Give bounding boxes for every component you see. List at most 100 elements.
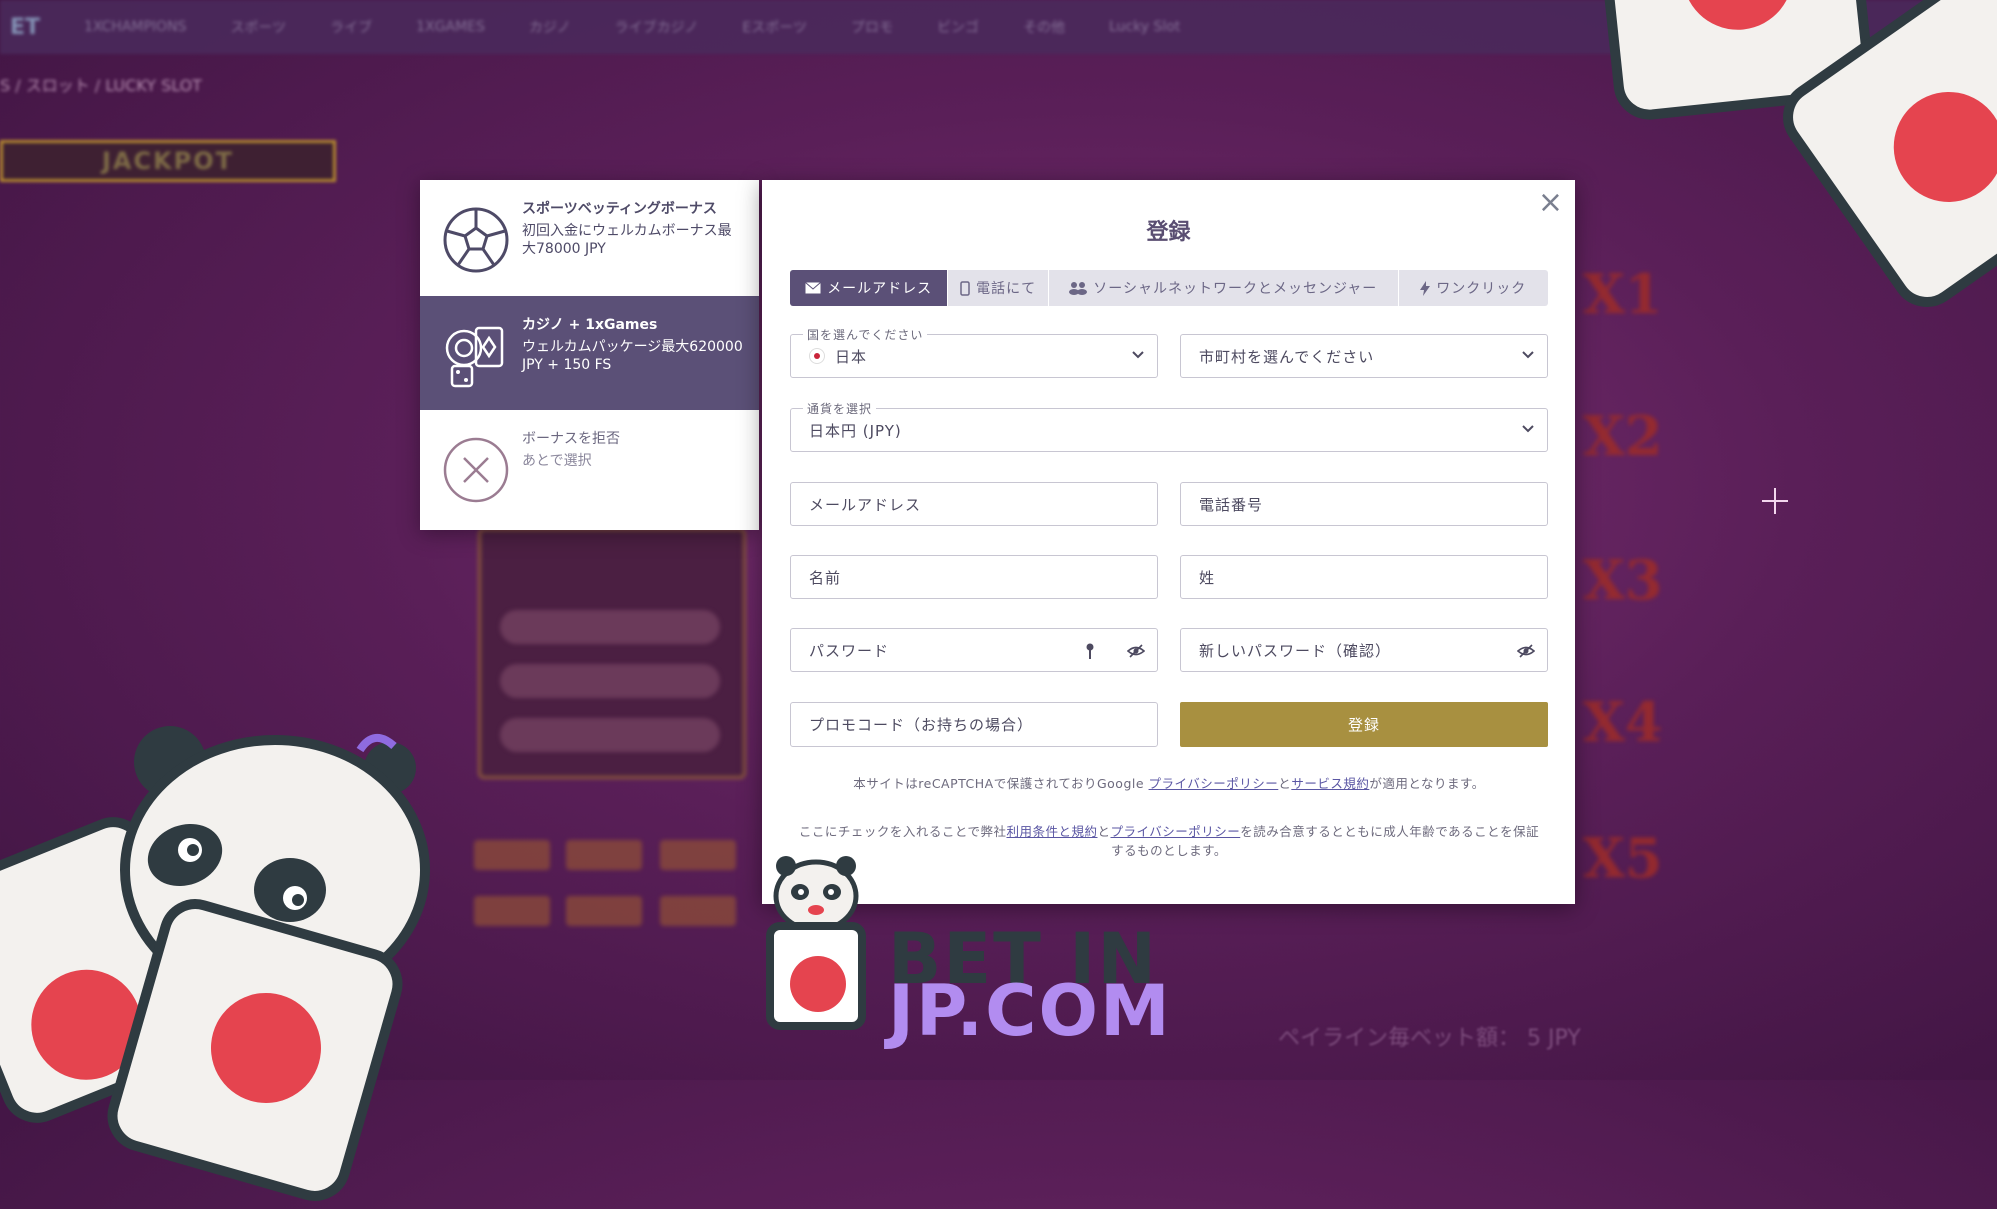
bet-button[interactable] [660, 840, 736, 870]
nav-item[interactable]: カジノ [529, 17, 571, 37]
notice-text: と [1097, 824, 1111, 839]
tab-label: 電話にて [976, 281, 1037, 297]
bet-button[interactable] [474, 896, 550, 926]
chevron-down-icon [1522, 425, 1534, 433]
breadcrumb: S / スロット / LUCKY SLOT [0, 76, 202, 95]
password-placeholder: パスワード [809, 641, 890, 660]
city-select[interactable]: 市町村を選んでください [1180, 334, 1548, 378]
eye-hidden-icon[interactable] [1517, 642, 1535, 660]
privacy-policy-link[interactable]: プライバシーポリシー [1149, 776, 1279, 791]
envelope-icon [805, 282, 822, 294]
promo-code-field[interactable]: プロモコード（お持ちの場合） [790, 702, 1158, 747]
recaptcha-notice: 本サイトはreCAPTCHAで保護されておりGoogle プライバシーポリシーと… [790, 774, 1548, 793]
password-confirm-field[interactable]: 新しいパスワード（確認） [1180, 628, 1548, 672]
tab-email[interactable]: メールアドレス [790, 270, 949, 306]
panda-logo-icon [773, 856, 859, 932]
phone-placeholder: 電話番号 [1199, 495, 1264, 514]
nav-item[interactable]: ライブカジノ [615, 17, 699, 37]
paytable-row [500, 610, 720, 644]
watermark-text: JP.COM [888, 970, 1172, 1052]
notice-text: 本サイトはreCAPTCHAで保護されておりGoogle [853, 776, 1149, 791]
promo-placeholder: プロモコード（お持ちの場合） [809, 716, 1034, 734]
bonus-title: スポーツベッティングボーナス [522, 201, 717, 217]
nav-item[interactable]: ビンゴ [937, 17, 979, 37]
nav-item[interactable]: スポーツ [230, 17, 286, 37]
email-placeholder: メールアドレス [809, 495, 922, 514]
bonus-title: カジノ + 1xGames [522, 317, 658, 333]
multiplier-label: X3 [1583, 548, 1663, 612]
tab-one-click[interactable]: ワンクリック [1399, 270, 1548, 306]
field-label: 国を選んでください [803, 326, 928, 343]
register-button[interactable]: 登録 [1180, 702, 1548, 747]
watermark-card-icon [766, 922, 866, 1030]
last-name-field[interactable]: 姓 [1180, 555, 1548, 599]
tab-label: ソーシャルネットワークとメッセンジャー [1093, 281, 1378, 297]
password-confirm-placeholder: 新しいパスワード（確認） [1199, 641, 1392, 660]
multiplier-label: X1 [1583, 262, 1663, 326]
soccer-ball-icon [443, 207, 509, 273]
phone-icon [960, 280, 970, 296]
notice-text: ここにチェックを入れることで弊社 [798, 824, 1007, 839]
people-icon [1069, 282, 1088, 295]
multiplier-label: X4 [1583, 690, 1663, 754]
paytable-row [500, 718, 720, 752]
bonus-option-casino[interactable]: カジノ + 1xGames ウェルカムパッケージ最大620000 JPY + 1… [420, 296, 759, 410]
sparkle-icon [1762, 488, 1788, 514]
nav-item[interactable]: 1XGAMES [416, 19, 485, 35]
consent-notice: ここにチェックを入れることで弊社利用条件と規約とプライバシーポリシーを読み合意す… [790, 822, 1548, 860]
multiplier-label: X2 [1583, 404, 1663, 468]
key-icon[interactable] [1081, 642, 1099, 660]
tab-label: ワンクリック [1436, 281, 1527, 297]
phone-field[interactable]: 電話番号 [1180, 482, 1548, 526]
country-select[interactable]: 国を選んでください 日本 [790, 326, 1158, 378]
registration-tabs: メールアドレス 電話にて ソーシャルネットワークとメッセンジャー ワンクリック [790, 270, 1548, 306]
nav-item[interactable]: プロモ [851, 17, 893, 37]
last-name-placeholder: 姓 [1199, 568, 1216, 587]
notice-text: が適用となります。 [1369, 776, 1485, 791]
chevron-down-icon [1132, 351, 1144, 359]
multiplier-label: X5 [1583, 826, 1663, 890]
notice-text: と [1278, 776, 1292, 791]
bet-button[interactable] [566, 840, 642, 870]
chevron-down-icon [1522, 351, 1534, 359]
brand-logo: ET [10, 14, 41, 40]
decline-x-icon [443, 437, 509, 503]
bonus-option-decline[interactable]: ボーナスを拒否 あとで選択 [420, 410, 759, 524]
email-field[interactable]: メールアドレス [790, 482, 1158, 526]
bet-button[interactable] [660, 896, 736, 926]
tab-phone[interactable]: 電話にて [948, 270, 1049, 306]
bonus-selector: スポーツベッティングボーナス 初回入金にウェルカムボーナス最大78000 JPY… [420, 180, 759, 530]
nav-item[interactable]: Lucky Slot [1109, 19, 1180, 35]
currency-select[interactable]: 通貨を選択 日本円 (JPY) [790, 400, 1548, 452]
eye-hidden-icon[interactable] [1127, 642, 1145, 660]
paytable-row [500, 664, 720, 698]
lightning-icon [1420, 280, 1431, 296]
bonus-title: ボーナスを拒否 [522, 431, 620, 447]
registration-modal: × 登録 メールアドレス 電話にて ソーシャルネットワークとメッセンジャー ワン… [762, 180, 1575, 904]
first-name-placeholder: 名前 [809, 568, 842, 587]
payline-bet-text: ペイライン毎ベット額： 5 JPY [1278, 1026, 1581, 1051]
bet-button[interactable] [566, 896, 642, 926]
tab-label: メールアドレス [827, 281, 933, 297]
first-name-field[interactable]: 名前 [790, 555, 1158, 599]
field-label: 通貨を選択 [803, 400, 877, 417]
nav-item[interactable]: Eスポーツ [742, 17, 807, 37]
password-field[interactable]: パスワード [790, 628, 1158, 672]
nav-item[interactable]: その他 [1023, 17, 1065, 37]
terms-link[interactable]: 利用条件と規約 [1006, 824, 1097, 839]
bonus-description: ウェルカムパッケージ最大620000 JPY + 150 FS [522, 339, 743, 373]
bonus-description: 初回入金にウェルカムボーナス最大78000 JPY [522, 223, 732, 257]
privacy-policy-link[interactable]: プライバシーポリシー [1111, 824, 1241, 839]
bonus-description: あとで選択 [522, 453, 592, 469]
nav-item[interactable]: 1XCHAMPIONS [84, 19, 186, 35]
terms-of-service-link[interactable]: サービス規約 [1291, 776, 1369, 791]
bonus-option-sports[interactable]: スポーツベッティングボーナス 初回入金にウェルカムボーナス最大78000 JPY [420, 180, 759, 296]
nav-item[interactable]: ライブ [330, 17, 372, 37]
bet-button[interactable] [474, 840, 550, 870]
japan-flag-icon [809, 348, 825, 364]
modal-title: 登録 [1146, 220, 1191, 245]
currency-value: 日本円 (JPY) [809, 421, 902, 440]
casino-chips-cards-icon [445, 326, 504, 388]
tab-social[interactable]: ソーシャルネットワークとメッセンジャー [1049, 270, 1399, 306]
jackpot-banner: JACKPOT [0, 140, 336, 182]
